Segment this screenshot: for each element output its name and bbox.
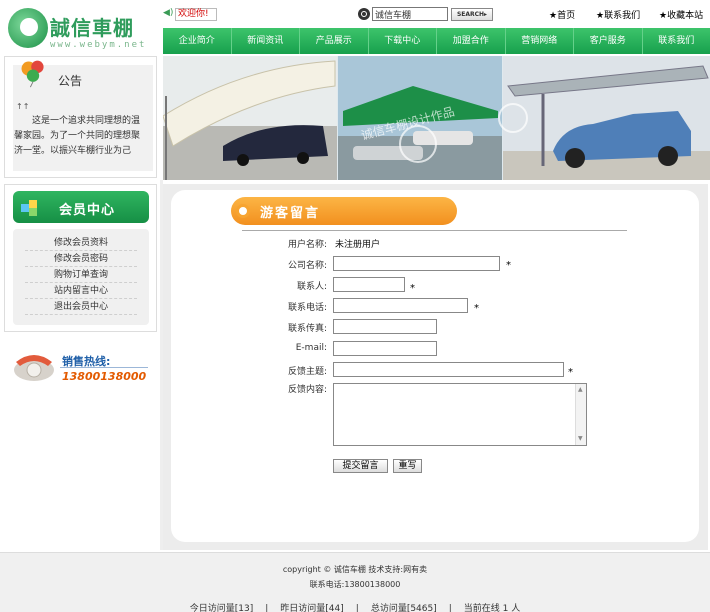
home-link[interactable]: ★首页 (549, 8, 575, 21)
hotline-divider (60, 367, 148, 368)
visit-stats: 今日访问量[13] | 昨日访问量[44] | 总访问量[5465] | 当前在线 1 人 (0, 601, 710, 612)
heading-divider (242, 230, 627, 231)
member-item-messages[interactable]: 站内留言中心 (25, 283, 137, 299)
submit-button[interactable]: 提交留言 (333, 459, 388, 473)
phone-required-mark: * (474, 303, 479, 314)
subject-label: 反馈主题: (287, 367, 327, 377)
total-visits: 总访问量[5465] (370, 604, 437, 612)
search-button[interactable]: SEARCH▸ (451, 8, 493, 21)
nav-item-about[interactable]: 企业简介 (163, 28, 232, 54)
phone-input[interactable] (333, 298, 468, 313)
stats-separator: | (355, 604, 359, 612)
member-center-box: 会员中心 修改会员资料 修改会员密码 购物订单查询 站内留言中心 退出会员中心 (4, 184, 157, 332)
search-input[interactable] (372, 7, 448, 21)
phone-label: 联系电话: (287, 303, 327, 313)
stats-separator: | (448, 604, 452, 612)
member-item-orders[interactable]: 购物订单查询 (25, 267, 137, 283)
contact-required-mark: * (410, 283, 415, 294)
content-label: 反馈内容: (287, 385, 327, 395)
footer-copyright: copyright © 诚信车棚 技术支持:网有卖 (282, 565, 428, 574)
nav-item-products[interactable]: 产品展示 (300, 28, 369, 54)
username-value: 未注册用户 (335, 240, 381, 250)
notice-text: 这是一个追求共同理想的温馨家园。为了一个共同的理想聚济一堂。以振兴车棚行业为己 (14, 116, 141, 156)
member-item-edit-profile[interactable]: 修改会员资料 (25, 235, 137, 251)
cubes-icon (21, 200, 37, 216)
member-item-change-password[interactable]: 修改会员密码 (25, 251, 137, 267)
contact-us-link[interactable]: ★联系我们 (596, 8, 640, 21)
company-label: 公司名称: (287, 261, 327, 271)
welcome-message: 欢迎你! (175, 8, 217, 21)
bullet-icon (236, 204, 250, 218)
yesterday-visits: 昨日访问量[44] (280, 604, 344, 612)
footer-tel: 联系电话:13800138000 (309, 580, 401, 589)
email-input[interactable] (333, 341, 437, 356)
logo-emblem-icon (8, 8, 48, 48)
banner-illustration: 诚信车棚设计作品 (163, 56, 710, 180)
company-input[interactable] (333, 256, 500, 271)
bookmark-link[interactable]: ★收藏本站 (659, 8, 703, 21)
member-menu: 修改会员资料 修改会员密码 购物订单查询 站内留言中心 退出会员中心 (13, 229, 149, 325)
nav-item-downloads[interactable]: 下载中心 (369, 28, 437, 54)
scroll-down-icon[interactable]: ▼ (578, 435, 584, 443)
contact-input[interactable] (333, 277, 405, 292)
notice-mark: ↑↑ (16, 102, 30, 111)
speaker-icon: ◀) (163, 8, 174, 18)
scroll-up-icon[interactable]: ▲ (578, 386, 584, 394)
nav-item-franchise[interactable]: 加盟合作 (437, 28, 506, 54)
guestbook-heading: 游客留言 (260, 206, 321, 221)
reset-button[interactable]: 重写 (393, 459, 422, 473)
company-required-mark: * (506, 260, 511, 271)
nav-item-contact[interactable]: 联系我们 (643, 28, 710, 54)
logo-text: 誠信車棚 (50, 16, 134, 40)
username-label: 用户名称: (287, 240, 327, 250)
textarea-scrollbar[interactable]: ▲ ▼ (575, 384, 586, 445)
content-textarea[interactable]: ▲ ▼ (333, 383, 587, 446)
search-icon (358, 8, 370, 20)
fax-input[interactable] (333, 319, 437, 334)
member-center-title: 会员中心 (59, 203, 116, 218)
online-now: 当前在线 1 人 (463, 604, 521, 612)
nav-item-service[interactable]: 客户服务 (574, 28, 643, 54)
balloon-icon (21, 60, 44, 88)
subject-input[interactable] (333, 362, 564, 377)
contact-label: 联系人: (296, 282, 327, 292)
today-visits: 今日访问量[13] (189, 604, 254, 612)
hotline-number: 13800138000 (62, 370, 147, 383)
subject-required-mark: * (568, 367, 573, 378)
nav-item-news[interactable]: 新闻资讯 (232, 28, 300, 54)
telephone-icon (14, 355, 54, 381)
footer: copyright © 诚信车棚 技术支持:网有卖 联系电话:138001380… (0, 552, 710, 612)
member-center-header: 会员中心 (13, 191, 149, 223)
notice-title: 公告 (58, 74, 83, 88)
member-item-logout[interactable]: 退出会员中心 (25, 299, 137, 315)
banner-image: 诚信车棚设计作品 (163, 56, 710, 180)
fax-label: 联系传真: (287, 324, 327, 334)
nav-item-network[interactable]: 营销网络 (506, 28, 574, 54)
main-nav: 企业简介 新闻资讯 产品展示 下载中心 加盟合作 营销网络 客户服务 联系我们 (163, 28, 710, 54)
stats-separator: | (265, 604, 269, 612)
logo-url: www.webym.net (50, 40, 147, 50)
top-bar: ◀) 欢迎你! SEARCH▸ ★首页 ★联系我们 ★收藏本站 (163, 0, 710, 28)
site-logo[interactable]: 誠信車棚 www.webym.net (0, 0, 163, 56)
email-label: E-mail: (295, 343, 327, 353)
